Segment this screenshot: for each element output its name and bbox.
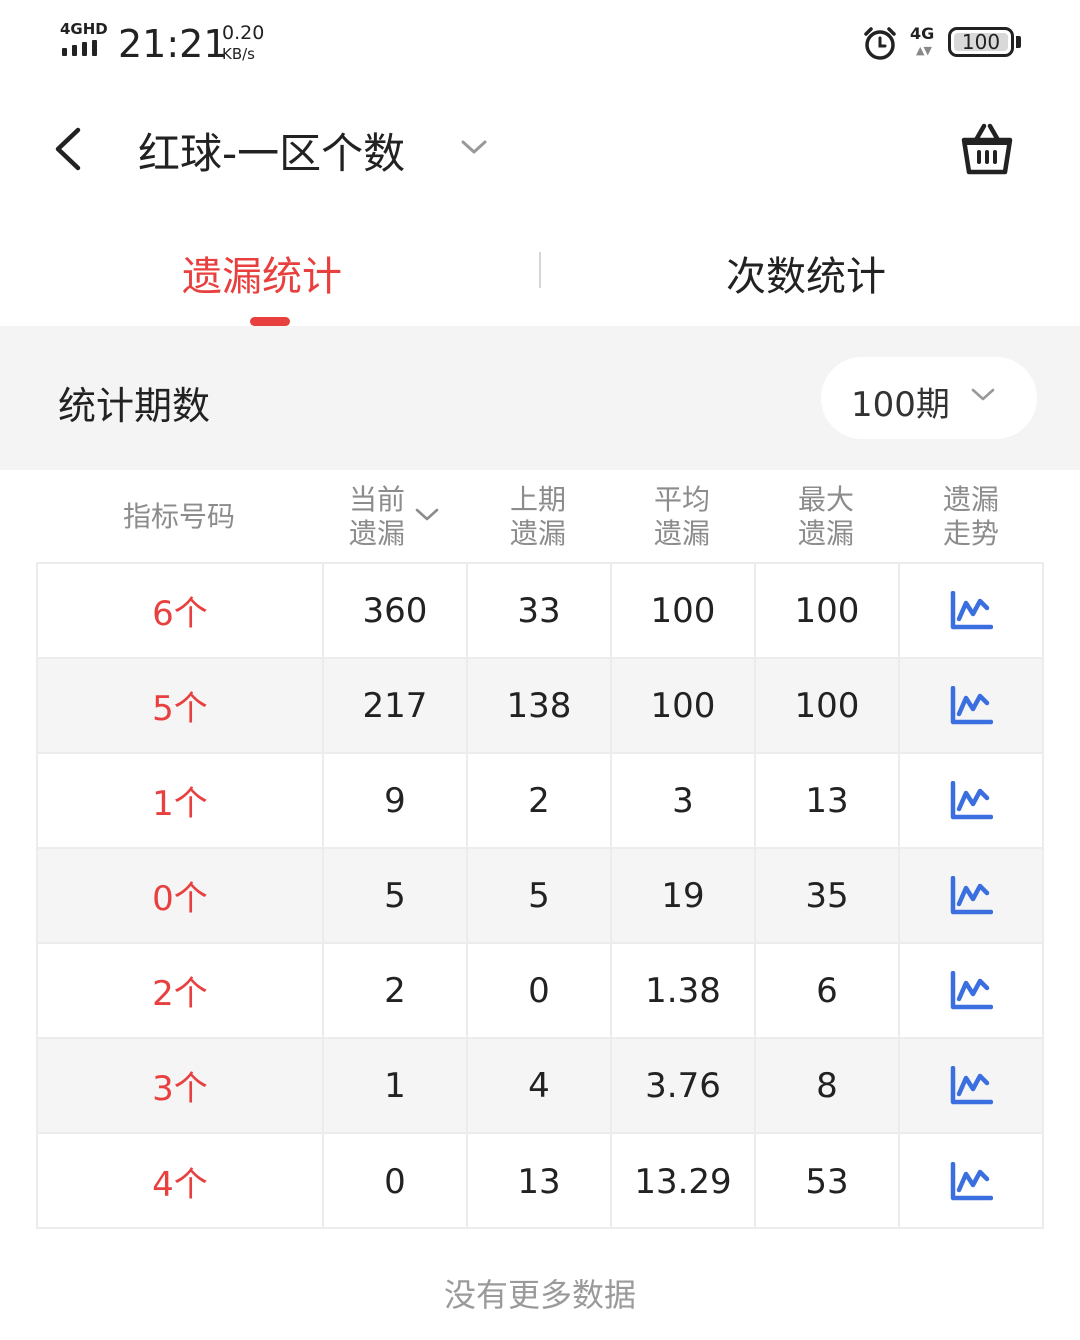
alarm-clock-icon [864,27,896,60]
cell-code: 6个 [38,564,324,657]
cell-max: 100 [756,659,900,752]
cell-previous: 4 [468,1039,612,1132]
sort-chevron-down-icon[interactable] [413,506,441,524]
table-row: 6个 360 33 100 100 [38,564,1042,659]
period-dropdown[interactable]: 100期 [821,357,1037,439]
battery-level: 100 [961,30,1001,54]
status-bar: 4GHD 21:21 0.20 KB/s 4G ▲▼ 100 [0,0,1080,90]
cell-max: 6 [756,944,900,1037]
cell-code: 0个 [38,849,324,942]
cell-average: 19 [612,849,756,942]
cell-max: 8 [756,1039,900,1132]
cell-max: 100 [756,564,900,657]
tab-missing-stats[interactable]: 遗漏统计 [182,244,342,302]
data-activity-icon: ▲▼ [916,44,932,57]
cell-trend[interactable] [900,1134,1042,1229]
chevron-down-icon [971,388,995,401]
cell-average: 1.38 [612,944,756,1037]
header-label: 指标号码 [122,500,235,533]
cell-average: 3.76 [612,1039,756,1132]
cell-previous: 138 [468,659,612,752]
basket-icon[interactable] [958,120,1016,178]
header-label: 最大 [797,483,854,516]
cell-max: 53 [756,1134,900,1229]
cell-previous: 0 [468,944,612,1037]
table-row: 1个 9 2 3 13 [38,754,1042,849]
cell-previous: 2 [468,754,612,847]
cell-current: 0 [324,1134,468,1229]
cell-average: 100 [612,659,756,752]
cell-trend[interactable] [900,1039,1042,1132]
line-chart-icon[interactable] [949,780,993,821]
missing-stats-table: 6个 360 33 100 100 5个 217 138 100 100 1个 … [36,562,1044,1229]
network-type-label: 4GHD [60,20,108,38]
tab-divider [539,252,541,288]
cell-code: 3个 [38,1039,324,1132]
cell-max: 13 [756,754,900,847]
cell-current: 1 [324,1039,468,1132]
header-previous-missing: 上期 遗漏 [466,483,610,551]
cell-previous: 33 [468,564,612,657]
cell-trend[interactable] [900,944,1042,1037]
header-label: 遗漏 [653,517,710,550]
line-chart-icon[interactable] [949,875,993,916]
network-4g-label: 4G [910,24,935,43]
cell-code: 2个 [38,944,324,1037]
line-chart-icon[interactable] [949,1065,993,1106]
no-more-data-text: 没有更多数据 [443,1276,636,1314]
cell-current: 5 [324,849,468,942]
cell-current: 360 [324,564,468,657]
header-indicator-code: 指标号码 [36,500,322,534]
line-chart-icon[interactable] [949,1161,993,1202]
header-label: 遗漏 [942,483,999,516]
cell-code: 1个 [38,754,324,847]
cell-average: 3 [612,754,756,847]
table-row: 2个 2 0 1.38 6 [38,944,1042,1039]
cell-code: 4个 [38,1134,324,1229]
chevron-down-icon[interactable] [458,136,490,158]
cell-average: 13.29 [612,1134,756,1229]
header-label: 遗漏 [797,517,854,550]
cell-average: 100 [612,564,756,657]
tab-count-stats[interactable]: 次数统计 [726,244,886,302]
chevron-left-icon[interactable] [48,124,88,174]
line-chart-icon[interactable] [949,970,993,1011]
header-label: 遗漏 [509,517,566,550]
period-label: 统计期数 [58,384,211,428]
status-time: 21:21 [118,22,228,66]
cell-current: 9 [324,754,468,847]
header-average-missing: 平均 遗漏 [610,483,754,551]
cell-code: 5个 [38,659,324,752]
battery-cap [1016,36,1021,48]
header-missing-trend: 遗漏 走势 [898,483,1044,551]
signal-strength-icon [62,40,97,56]
cell-max: 35 [756,849,900,942]
cell-trend[interactable] [900,849,1042,942]
line-chart-icon[interactable] [949,685,993,726]
cell-previous: 5 [468,849,612,942]
header-label: 上期 [509,483,566,516]
cell-trend[interactable] [900,659,1042,752]
cell-trend[interactable] [900,564,1042,657]
header-label: 平均 [653,483,710,516]
line-chart-icon[interactable] [949,590,993,631]
header-max-missing: 最大 遗漏 [754,483,898,551]
cell-current: 217 [324,659,468,752]
page-title[interactable]: 红球-一区个数 [138,120,405,181]
table-row: 5个 217 138 100 100 [38,659,1042,754]
cell-current: 2 [324,944,468,1037]
period-selected-value: 100期 [851,385,950,425]
active-tab-indicator [250,317,290,326]
tab-bar: 遗漏统计 次数统计 [0,220,1080,326]
table-row: 4个 0 13 13.29 53 [38,1134,1042,1229]
network-speed-unit: KB/s [222,45,255,63]
table-row: 3个 1 4 3.76 8 [38,1039,1042,1134]
header-label: 走势 [942,517,999,550]
cell-previous: 13 [468,1134,612,1229]
battery-icon: 100 [948,27,1014,57]
table-row: 0个 5 5 19 35 [38,849,1042,944]
cell-trend[interactable] [900,754,1042,847]
network-speed-value: 0.20 [222,22,265,44]
